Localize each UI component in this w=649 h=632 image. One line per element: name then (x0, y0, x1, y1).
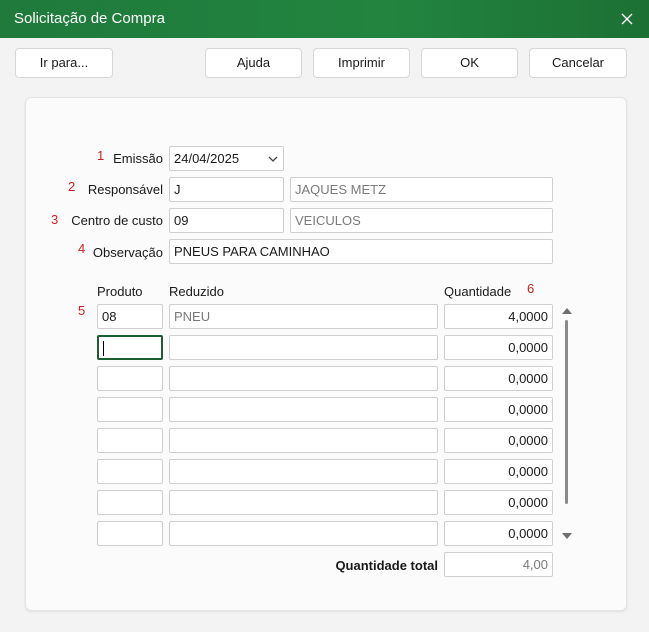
quantidade-cell[interactable]: 0,0000 (444, 490, 553, 515)
marker-6: 6 (527, 281, 535, 296)
close-icon (621, 13, 633, 25)
triangle-up-icon[interactable] (561, 306, 573, 316)
centro-custo-label: Centro de custo (71, 213, 163, 228)
quantidade-cell[interactable]: 0,0000 (444, 521, 553, 546)
produto-cell[interactable] (97, 521, 163, 546)
quantidade-cell[interactable]: 0,0000 (444, 428, 553, 453)
print-button[interactable]: Imprimir (313, 48, 410, 78)
produto-cell[interactable]: 08 (97, 304, 163, 329)
quantidade-cell[interactable]: 0,0000 (444, 397, 553, 422)
emissao-label: Emissão (113, 151, 163, 166)
produto-cell[interactable] (97, 397, 163, 422)
window-title: Solicitação de Compra (14, 10, 165, 27)
close-button[interactable] (613, 5, 641, 33)
triangle-down-icon[interactable] (561, 531, 573, 541)
produto-cell[interactable] (97, 490, 163, 515)
marker-5: 5 (78, 303, 86, 318)
produto-cell[interactable] (97, 459, 163, 484)
responsavel-name-field: JAQUES METZ (290, 177, 553, 202)
reduzido-header: Reduzido (169, 284, 224, 299)
total-value-field: 4,00 (444, 552, 553, 577)
quantidade-cell[interactable]: 0,0000 (444, 366, 553, 391)
reduzido-cell (169, 366, 438, 391)
produto-cell-focused[interactable] (97, 335, 163, 360)
quantidade-cell[interactable]: 0,0000 (444, 335, 553, 360)
centro-custo-code-input[interactable]: 09 (169, 208, 284, 233)
total-label: Quantidade total (335, 558, 438, 573)
scrollbar-thumb[interactable] (565, 320, 568, 504)
centro-custo-name-field: VEICULOS (290, 208, 553, 233)
goto-button[interactable]: Ir para... (15, 48, 113, 78)
quantidade-header: Quantidade (444, 284, 512, 299)
cancel-button[interactable]: Cancelar (529, 48, 627, 78)
produto-cell[interactable] (97, 428, 163, 453)
observacao-label: Observação (92, 245, 163, 260)
emissao-date-picker[interactable]: 24/04/2025 (169, 146, 284, 171)
emissao-value: 24/04/2025 (174, 151, 240, 166)
quantidade-cell[interactable]: 4,0000 (444, 304, 553, 329)
ok-button[interactable]: OK (421, 48, 518, 78)
reduzido-cell (169, 521, 438, 546)
help-button[interactable]: Ajuda (205, 48, 302, 78)
produto-cell[interactable] (97, 366, 163, 391)
reduzido-cell: PNEU (169, 304, 438, 329)
title-bar: Solicitação de Compra (0, 0, 649, 38)
reduzido-cell (169, 397, 438, 422)
responsavel-code-input[interactable]: J (169, 177, 284, 202)
chevron-down-icon (268, 156, 278, 162)
observacao-input[interactable]: PNEUS PARA CAMINHAO (169, 239, 553, 264)
reduzido-cell (169, 335, 438, 360)
quantidade-cell[interactable]: 0,0000 (444, 459, 553, 484)
text-caret (103, 341, 104, 356)
reduzido-cell (169, 459, 438, 484)
reduzido-cell (169, 428, 438, 453)
responsavel-label: Responsável (87, 182, 163, 197)
reduzido-cell (169, 490, 438, 515)
marker-3: 3 (51, 212, 59, 227)
produto-header: Produto (97, 284, 143, 299)
